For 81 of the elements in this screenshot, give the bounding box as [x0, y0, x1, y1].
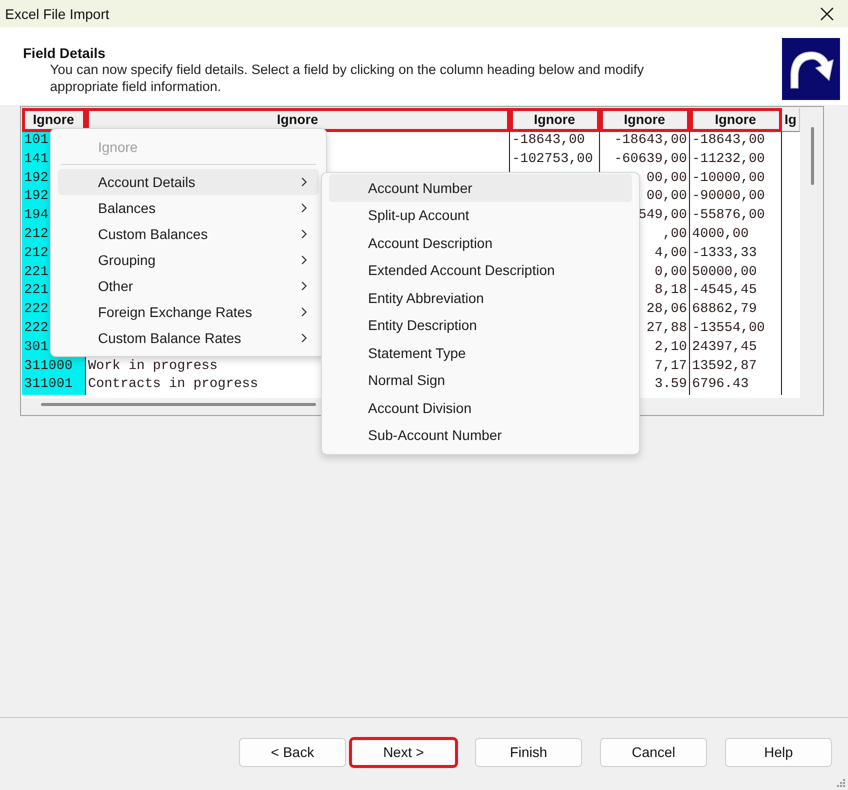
menu-item[interactable]: Grouping — [58, 247, 319, 273]
table-cell: 549,00 — [638, 208, 687, 224]
column-heading[interactable]: Ignore — [510, 108, 600, 132]
table-cell: 222 — [24, 320, 48, 336]
table-cell: 194 — [24, 208, 48, 224]
menu-item[interactable]: Sub-Account Number — [329, 422, 632, 449]
column-heading[interactable]: Ignore — [86, 108, 510, 132]
table-cell: 00,00 — [646, 170, 687, 186]
dialog-button[interactable]: < Back — [239, 738, 346, 766]
column-heading[interactable]: Ig — [782, 108, 800, 132]
menu-item[interactable]: Custom Balances — [58, 221, 319, 247]
table-cell: 4,00 — [654, 246, 687, 261]
window-title: Excel File Import — [5, 6, 110, 22]
table-cell: 2,10 — [654, 340, 687, 355]
table-cell: 212 — [24, 226, 48, 242]
menu-item[interactable]: Extended Account Description — [329, 256, 632, 284]
menu-item[interactable]: Normal Sign — [329, 366, 632, 394]
table-cell: 101 — [24, 133, 48, 148]
table-cell: 192 — [24, 170, 48, 186]
table-cell: -18643,00 — [692, 133, 765, 148]
table-cell: -10000,00 — [692, 170, 765, 186]
table-cell: 192 — [24, 189, 48, 204]
table-cell: 4000,00 — [692, 226, 749, 242]
table-cell: 50000,00 — [692, 264, 757, 280]
table-cell: 7,17 — [654, 358, 687, 374]
table-cell: -1333,33 — [692, 246, 757, 261]
dialog-button[interactable]: Help — [725, 738, 832, 766]
scrollbar-thumb[interactable] — [41, 403, 316, 406]
table-cell: 222 — [24, 302, 48, 318]
menu-item[interactable]: Balances — [58, 195, 319, 221]
menu-item[interactable]: Entity Description — [329, 312, 632, 339]
table-cell: 3.59 — [654, 377, 687, 392]
table-cell: -55876,00 — [692, 208, 765, 224]
table-cell: -90000,00 — [692, 189, 765, 204]
table-cell: ,00 — [662, 226, 687, 242]
dialog-button[interactable]: Next > — [350, 738, 457, 766]
table-cell: 311000 — [24, 358, 73, 374]
section-description: You can now specify field details. Select a field by clicking on the column heading below and modify appropriate field information. — [50, 61, 645, 95]
table-cell: 141 — [24, 152, 48, 167]
menu-item[interactable]: Account Number — [329, 174, 632, 202]
table-cell: Work in progress — [88, 358, 218, 374]
menu-item[interactable]: Entity Abbreviation — [329, 284, 632, 312]
menu-item[interactable]: Statement Type — [329, 339, 632, 366]
table-cell: 8,18 — [654, 283, 687, 298]
table-cell: 13592,87 — [692, 358, 757, 374]
table-cell: 24397,45 — [692, 340, 757, 355]
table-cell: -18643,00 — [614, 133, 687, 148]
table-cell: -102753,00 — [512, 152, 594, 167]
menu-item[interactable]: Custom Balance Rates — [58, 325, 319, 351]
column-heading[interactable]: Ignore — [690, 108, 782, 132]
table-cell: 311001 — [24, 377, 73, 392]
table-cell: 212 — [24, 246, 48, 261]
resize-grip-icon[interactable] — [837, 779, 845, 787]
table-cell: -13554,00 — [692, 320, 765, 336]
menu-item[interactable]: Account Description — [329, 229, 632, 256]
menu-item[interactable]: Split-up Account — [329, 202, 632, 229]
menu-item[interactable]: Foreign Exchange Rates — [58, 299, 319, 325]
table-cell: 6796.43 — [692, 377, 749, 392]
table-cell: Contracts in progress — [88, 377, 258, 392]
section-title: Field Details — [23, 45, 106, 61]
menu-item[interactable]: Account Division — [329, 394, 632, 422]
menu-item[interactable]: Other — [58, 273, 319, 299]
close-icon[interactable] — [820, 6, 834, 20]
table-cell: 221 — [24, 264, 48, 280]
table-cell: 68862,79 — [692, 302, 757, 318]
scrollbar-thumb[interactable] — [811, 127, 814, 185]
menu-item[interactable]: Account Details — [58, 169, 319, 195]
table-cell: -4545,45 — [692, 283, 757, 298]
table-cell: -18643,00 — [512, 133, 585, 148]
table-cell: 301 — [24, 340, 48, 355]
table-cell: 27,88 — [646, 320, 687, 336]
dialog-button[interactable]: Cancel — [600, 738, 707, 766]
table-cell: 221 — [24, 283, 48, 298]
column-heading[interactable]: Ignore — [600, 108, 690, 132]
table-cell: 00,00 — [646, 189, 687, 204]
table-cell: 0,00 — [654, 264, 687, 280]
table-cell: -60639,00 — [614, 152, 687, 167]
dialog-button[interactable]: Finish — [475, 738, 582, 766]
table-cell: -11232,00 — [692, 152, 765, 167]
column-heading[interactable]: Ignore — [22, 108, 86, 132]
table-cell: 28,06 — [646, 302, 687, 318]
